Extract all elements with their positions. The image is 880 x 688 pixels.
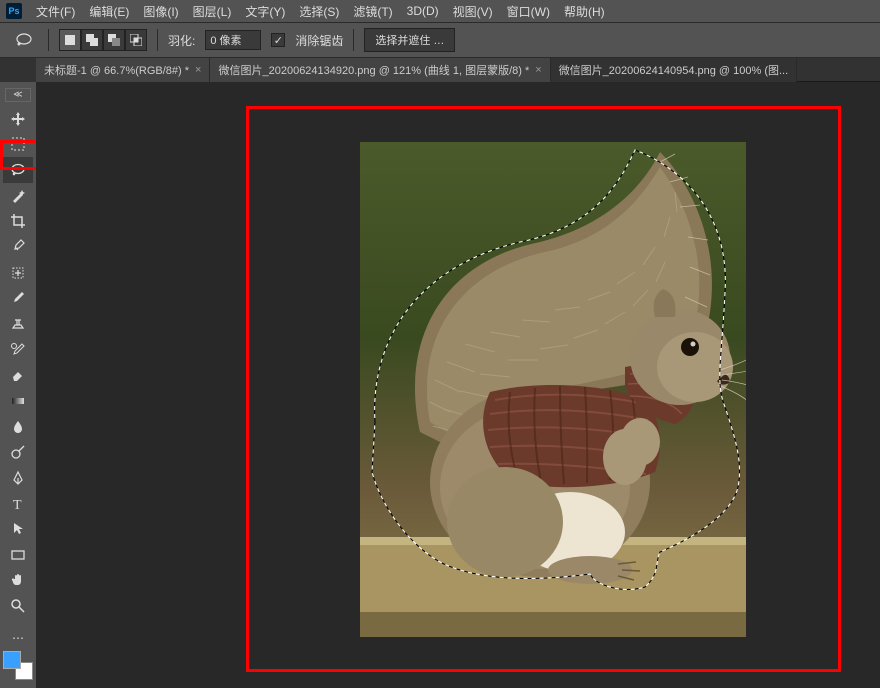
image-content xyxy=(360,142,746,637)
select-and-mask-button[interactable]: 选择并遮住 … xyxy=(364,28,455,52)
toolbox-expand-handle[interactable]: ≪ xyxy=(5,88,31,102)
lasso-icon xyxy=(15,33,33,47)
dodge-tool[interactable] xyxy=(3,439,33,465)
crop-tool[interactable] xyxy=(3,208,33,234)
menu-edit[interactable]: 编辑(E) xyxy=(89,3,129,20)
brush-tool[interactable] xyxy=(3,285,33,311)
eyedropper-tool[interactable] xyxy=(3,234,33,260)
gradient-tool[interactable] xyxy=(3,388,33,414)
toolbox: ≪ T ⋯ xyxy=(0,82,36,688)
lasso-tool[interactable] xyxy=(3,157,33,183)
app-logo: Ps xyxy=(6,3,22,19)
menubar: Ps 文件(F) 编辑(E) 图像(I) 图层(L) 文字(Y) 选择(S) 滤… xyxy=(0,0,880,22)
tab-label: 微信图片_20200624134920.png @ 121% (曲线 1, 图层… xyxy=(218,62,529,78)
antialias-checkbox[interactable] xyxy=(271,33,285,47)
zoom-tool[interactable] xyxy=(3,593,33,619)
menu-view[interactable]: 视图(V) xyxy=(453,3,493,20)
spot-heal-tool[interactable] xyxy=(3,260,33,286)
divider xyxy=(353,29,354,51)
rectangle-tool[interactable] xyxy=(3,542,33,568)
feather-label: 羽化: xyxy=(168,32,195,49)
tab-document-2[interactable]: 微信图片_20200624134920.png @ 121% (曲线 1, 图层… xyxy=(210,58,550,82)
divider xyxy=(48,29,49,51)
mode-add[interactable] xyxy=(81,29,103,51)
options-bar: 羽化: 消除锯齿 选择并遮住 … xyxy=(0,22,880,58)
history-brush-tool[interactable] xyxy=(3,337,33,363)
feather-input[interactable] xyxy=(205,30,261,50)
canvas-area[interactable] xyxy=(36,82,880,688)
foreground-color-swatch[interactable] xyxy=(3,651,21,669)
tab-label: 微信图片_20200624140954.png @ 100% (图... xyxy=(559,62,788,78)
svg-text:T: T xyxy=(13,498,22,512)
close-icon[interactable]: × xyxy=(195,64,201,76)
clone-stamp-tool[interactable] xyxy=(3,311,33,337)
move-tool[interactable] xyxy=(3,106,33,132)
tab-label: 未标题-1 @ 66.7%(RGB/8#) * xyxy=(44,62,189,78)
menu-select[interactable]: 选择(S) xyxy=(299,3,339,20)
tab-document-1[interactable]: 未标题-1 @ 66.7%(RGB/8#) * × xyxy=(36,58,210,82)
edit-toolbar[interactable]: ⋯ xyxy=(3,625,33,651)
hand-tool[interactable] xyxy=(3,568,33,594)
mode-new[interactable] xyxy=(59,29,81,51)
type-tool[interactable]: T xyxy=(3,491,33,517)
menu-layer[interactable]: 图层(L) xyxy=(193,3,232,20)
close-icon[interactable]: × xyxy=(535,64,541,76)
blur-tool[interactable] xyxy=(3,414,33,440)
antialias-label: 消除锯齿 xyxy=(295,32,343,49)
menu-text[interactable]: 文字(Y) xyxy=(245,3,285,20)
selection-mode-group xyxy=(59,29,147,51)
mode-intersect[interactable] xyxy=(125,29,147,51)
menu-3d[interactable]: 3D(D) xyxy=(407,4,439,18)
eraser-tool[interactable] xyxy=(3,362,33,388)
magic-wand-tool[interactable] xyxy=(3,183,33,209)
current-tool-icon[interactable] xyxy=(10,28,38,52)
marquee-tool[interactable] xyxy=(3,132,33,158)
menu-help[interactable]: 帮助(H) xyxy=(564,3,605,20)
menu-filter[interactable]: 滤镜(T) xyxy=(353,3,392,20)
menu-image[interactable]: 图像(I) xyxy=(143,3,178,20)
color-swatches[interactable] xyxy=(3,651,33,681)
menu-file[interactable]: 文件(F) xyxy=(36,3,75,20)
document-image[interactable] xyxy=(360,142,746,637)
divider xyxy=(157,29,158,51)
pen-tool[interactable] xyxy=(3,465,33,491)
mode-subtract[interactable] xyxy=(103,29,125,51)
path-select-tool[interactable] xyxy=(3,516,33,542)
document-tabs: 未标题-1 @ 66.7%(RGB/8#) * × 微信图片_202006241… xyxy=(36,58,880,82)
tab-document-3[interactable]: 微信图片_20200624140954.png @ 100% (图... xyxy=(551,58,797,82)
menu-window[interactable]: 窗口(W) xyxy=(507,3,550,20)
